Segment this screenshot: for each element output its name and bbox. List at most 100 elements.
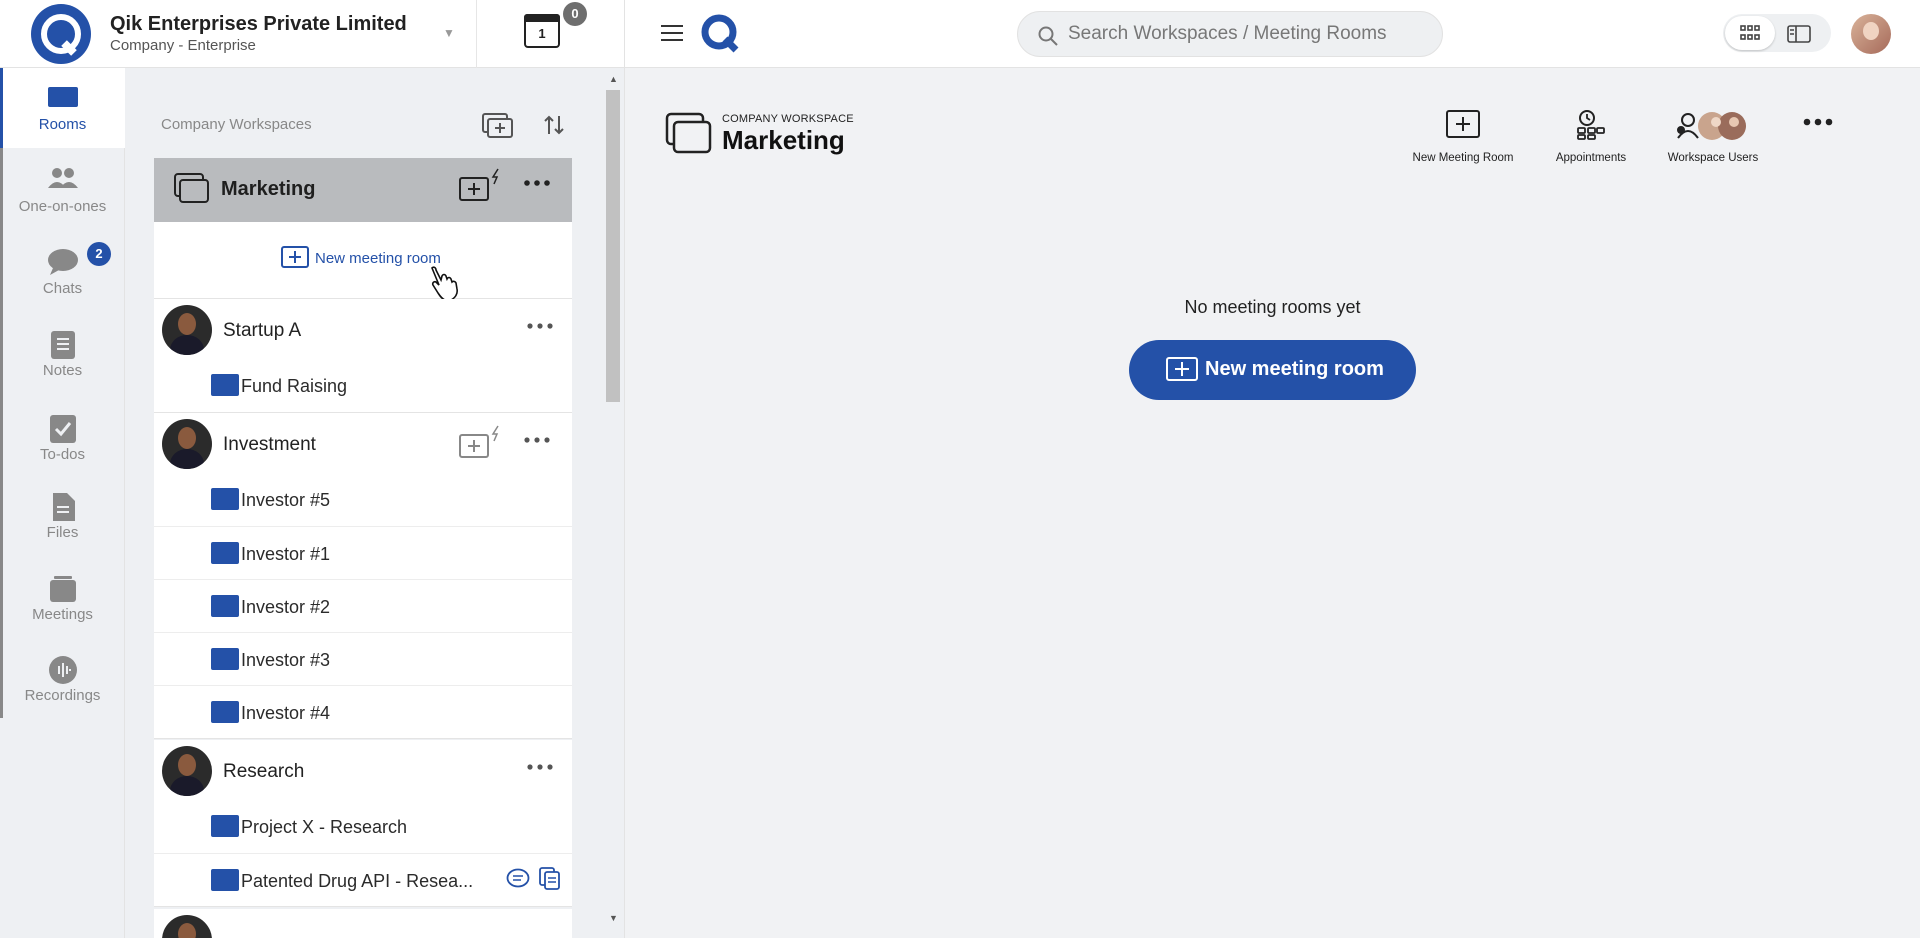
rail-item-recordings[interactable]: Recordings bbox=[0, 639, 125, 719]
rail-item-chats[interactable]: Chats 2 bbox=[0, 232, 125, 312]
main-content: COMPANY WORKSPACE Marketing New Meeting … bbox=[625, 68, 1920, 938]
group-header[interactable]: Startup A bbox=[154, 299, 572, 359]
room-item[interactable]: Fund Raising bbox=[154, 359, 572, 412]
room-icon bbox=[211, 374, 239, 396]
workspaces-heading: Company Workspaces bbox=[161, 116, 312, 133]
new-meeting-room-row[interactable]: New meeting room bbox=[154, 222, 572, 300]
workspace-icon bbox=[174, 173, 209, 203]
add-workspace-icon[interactable] bbox=[482, 113, 514, 139]
top-bar bbox=[625, 0, 1920, 68]
new-meeting-room-button[interactable]: New meeting room bbox=[1129, 340, 1416, 400]
rail-label: Files bbox=[46, 524, 79, 541]
appointments-action[interactable]: Appointments bbox=[1546, 110, 1636, 170]
more-icon[interactable] bbox=[1803, 118, 1833, 126]
rail-label: Notes bbox=[42, 362, 83, 379]
calendar-button[interactable]: 1 bbox=[524, 14, 560, 48]
sidebar-view-icon[interactable] bbox=[1787, 25, 1811, 43]
scroll-up-icon[interactable]: ▲ bbox=[609, 74, 618, 84]
more-icon[interactable] bbox=[524, 180, 550, 186]
meetings-icon bbox=[49, 576, 76, 602]
group-header[interactable]: Research bbox=[154, 740, 572, 800]
people-icon bbox=[47, 168, 78, 188]
notes-icon bbox=[50, 331, 75, 359]
room-item[interactable]: Patented Drug API - Resea... bbox=[154, 853, 572, 906]
room-item[interactable]: Investor #4 bbox=[154, 685, 572, 738]
action-label: Workspace Users bbox=[1667, 152, 1759, 164]
org-header: Qik Enterprises Private Limited Company … bbox=[0, 0, 625, 68]
action-label: New Meeting Room bbox=[1412, 152, 1514, 164]
empty-state-text: No meeting rooms yet bbox=[1184, 297, 1361, 317]
workspace-title: Marketing bbox=[221, 178, 316, 200]
calendar-day: 1 bbox=[538, 26, 546, 41]
org-name[interactable]: Qik Enterprises Private Limited bbox=[110, 13, 407, 36]
room-name: Project X - Research bbox=[241, 817, 408, 837]
q-logo[interactable] bbox=[701, 14, 741, 54]
rail-item-one-on-ones[interactable]: One-on-ones bbox=[0, 150, 125, 230]
new-meeting-room-link[interactable]: New meeting room bbox=[315, 250, 441, 267]
add-icon bbox=[1166, 357, 1198, 381]
room-item[interactable]: Project X - Research bbox=[154, 800, 572, 853]
room-item[interactable]: Investor #1 bbox=[154, 526, 572, 579]
new-meeting-room-button-label: New meeting room bbox=[1205, 358, 1384, 380]
workspace-icon bbox=[665, 112, 712, 154]
room-name: Investor #1 bbox=[241, 544, 331, 564]
files-icon[interactable] bbox=[539, 867, 561, 891]
org-subtitle: Company - Enterprise bbox=[110, 37, 256, 54]
more-icon[interactable] bbox=[524, 437, 550, 443]
rail-item-rooms[interactable]: Rooms bbox=[0, 68, 125, 148]
room-name: Investor #5 bbox=[241, 490, 331, 510]
more-icon[interactable] bbox=[527, 323, 553, 329]
room-item[interactable]: Investor #3 bbox=[154, 632, 572, 685]
rail-label: One-on-ones bbox=[18, 198, 107, 215]
rail-label: Rooms bbox=[38, 116, 87, 133]
org-dropdown-icon[interactable]: ▼ bbox=[443, 26, 455, 40]
scroll-down-icon[interactable]: ▼ bbox=[609, 913, 618, 923]
scrollbar-thumb[interactable] bbox=[606, 90, 620, 402]
rail-item-files[interactable]: Files bbox=[0, 476, 125, 556]
workspaces-panel: Company Workspaces Marketing New meeting… bbox=[125, 68, 625, 938]
add-room-icon bbox=[1446, 110, 1480, 138]
hamburger-menu-icon[interactable] bbox=[661, 25, 683, 41]
search-input[interactable] bbox=[1068, 12, 1428, 56]
sort-icon[interactable] bbox=[543, 114, 565, 136]
workspace-users-action[interactable]: Workspace Users bbox=[1668, 110, 1758, 170]
chat-icon bbox=[47, 249, 78, 275]
search-bar[interactable] bbox=[1017, 11, 1443, 57]
workspace-header-marketing[interactable]: Marketing bbox=[154, 158, 572, 222]
room-icon bbox=[211, 869, 239, 891]
avatar bbox=[162, 915, 212, 938]
search-icon bbox=[1038, 26, 1058, 46]
rooms-icon bbox=[47, 87, 78, 107]
rail-item-meetings[interactable]: Meetings bbox=[0, 558, 125, 638]
room-group-investment: Investment Investor #5 Investor #1 Inves… bbox=[154, 413, 572, 739]
group-header[interactable]: Investment bbox=[154, 413, 572, 473]
room-item[interactable]: Investor #2 bbox=[154, 579, 572, 632]
quick-add-room-icon[interactable] bbox=[459, 168, 505, 202]
qik-logo[interactable] bbox=[30, 3, 92, 65]
rail-item-todos[interactable]: To-dos bbox=[0, 398, 125, 478]
room-item[interactable]: Investor #5 bbox=[154, 473, 572, 526]
chats-badge: 2 bbox=[87, 242, 111, 266]
rail-item-notes[interactable]: Notes bbox=[0, 314, 125, 394]
grid-view-button[interactable] bbox=[1725, 16, 1775, 50]
room-icon bbox=[211, 815, 239, 837]
user-avatar[interactable] bbox=[1851, 14, 1891, 54]
files-icon bbox=[52, 493, 75, 521]
more-icon[interactable] bbox=[527, 764, 553, 770]
room-name: Investor #4 bbox=[241, 703, 331, 723]
room-icon bbox=[211, 488, 239, 510]
workspace-kicker: COMPANY WORKSPACE bbox=[722, 113, 854, 125]
room-group-startup-a: Startup A Fund Raising bbox=[154, 299, 572, 413]
room-name: Fund Raising bbox=[241, 376, 348, 396]
add-icon bbox=[281, 246, 309, 268]
new-meeting-room-action[interactable]: New Meeting Room bbox=[1413, 110, 1513, 170]
room-name: Investor #2 bbox=[241, 597, 331, 617]
chat-icon[interactable] bbox=[506, 868, 530, 890]
room-name: Patented Drug API - Resea... bbox=[241, 871, 474, 891]
quick-add-room-icon[interactable] bbox=[459, 425, 505, 459]
action-label: Appointments bbox=[1555, 152, 1627, 164]
avatar bbox=[162, 305, 212, 355]
group-name: Investment bbox=[223, 434, 316, 455]
room-group-research: Research Project X - Research Patented D… bbox=[154, 740, 572, 907]
avatar bbox=[162, 746, 212, 796]
